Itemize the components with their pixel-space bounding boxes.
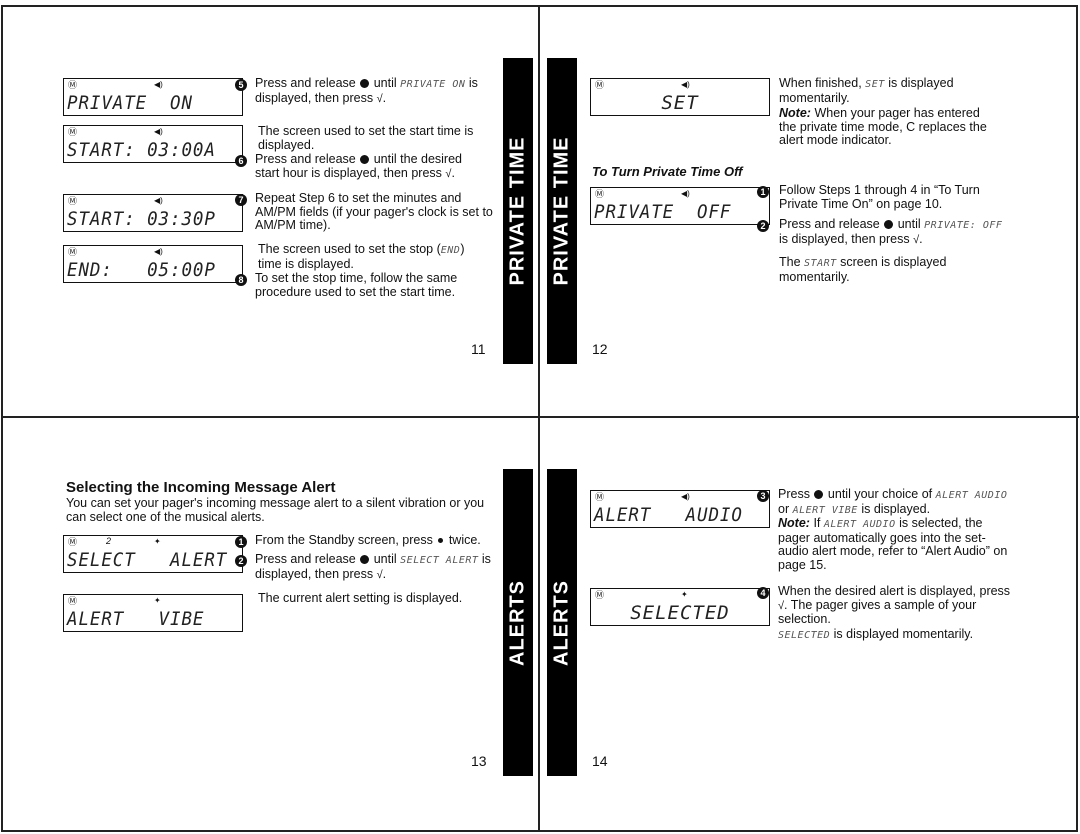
start-screen-info: The START screen is displayed momentaril… — [779, 255, 947, 284]
step-4-text: When the desired alert is displayed, pre… — [778, 584, 1011, 626]
motorola-logo-icon: Ⓜ — [68, 596, 78, 606]
section-tab-alerts: ALERTS — [547, 469, 577, 776]
select-button-icon — [884, 220, 894, 229]
section-tab-private-time: PRIVATE TIME — [503, 58, 533, 364]
select-button-icon — [360, 555, 370, 564]
lcd-screen-private-off: Ⓜ ◀) PRIVATE OFF — [590, 187, 770, 225]
lcd-screen-selected: Ⓜ ✦ SELECTED — [590, 588, 770, 626]
finished-info: When finished, SET is displayed momentar… — [779, 76, 954, 105]
select-button-icon — [360, 155, 370, 164]
step-bullet-8: 8 — [235, 274, 247, 286]
motorola-logo-icon: Ⓜ — [595, 80, 605, 90]
step-5-text: Press and release until PRIVATE ON is di… — [255, 76, 478, 105]
lcd-screen-select-alert: Ⓜ 2 ✦ SELECT ALERT — [63, 535, 243, 573]
step-bullet-1: 1 — [757, 186, 769, 198]
motorola-logo-icon: Ⓜ — [595, 492, 605, 502]
step-8-text: To set the stop time, follow the same pr… — [255, 271, 458, 299]
page-number-14: 14 — [592, 753, 608, 769]
stop-time-info: The screen used to set the stop (END) ti… — [258, 242, 465, 271]
motorola-logo-icon: Ⓜ — [68, 127, 78, 137]
page-number-12: 12 — [592, 341, 608, 357]
step-bullet-6: 6 — [235, 155, 247, 167]
step-2-text: Press and release until PRIVATE: OFF is … — [779, 217, 1003, 246]
step-6-text: Press and release until the desired star… — [255, 152, 462, 180]
motorola-logo-icon: Ⓜ — [68, 537, 78, 547]
selected-info: SELECTED is displayed momentarily. — [778, 627, 974, 641]
step-bullet-4: 4 — [757, 587, 769, 599]
page-divider-horizontal — [1, 416, 1079, 418]
lcd-screen-private-on: Ⓜ ◀) PRIVATE ON — [63, 78, 243, 116]
step-bullet-3: 3 — [757, 490, 769, 502]
small-button-icon — [438, 538, 444, 543]
section-tab-private-time: PRIVATE TIME — [547, 58, 577, 364]
select-button-icon — [814, 490, 824, 499]
step-bullet-1: 1 — [235, 536, 247, 548]
motorola-logo-icon: Ⓜ — [595, 189, 605, 199]
speaker-icon: ◀) — [154, 247, 163, 256]
step-bullet-5: 5 — [235, 79, 247, 91]
lcd-screen-start-0330p: Ⓜ ◀) START: 03:30P — [63, 194, 243, 232]
step-7-text: Repeat Step 6 to set the minutes and AM/… — [255, 191, 493, 232]
alert-audio-note: Note: If ALERT AUDIO is selected, the pa… — [778, 516, 1008, 572]
section-intro: You can set your pager's incoming messag… — [66, 496, 485, 524]
step-bullet-2: 2 — [757, 220, 769, 232]
lcd-screen-alert-audio: Ⓜ ◀) ALERT AUDIO — [590, 490, 770, 528]
step-1-text: Follow Steps 1 through 4 in “To Turn Pri… — [779, 183, 980, 211]
motorola-logo-icon: Ⓜ — [68, 80, 78, 90]
lcd-screen-set: Ⓜ ◀) SET — [590, 78, 770, 116]
subheading-turn-off: To Turn Private Time Off — [592, 164, 743, 179]
step-3-text: Press until your choice of ALERT AUDIO o… — [778, 487, 1008, 516]
current-alert-info: The current alert setting is displayed. — [258, 591, 463, 605]
page-divider-vertical — [538, 5, 540, 832]
vibrate-icon: ✦ — [154, 537, 161, 546]
lcd-screen-start-0300a: Ⓜ ◀) START: 03:00A — [63, 125, 243, 163]
motorola-logo-icon: Ⓜ — [595, 590, 605, 600]
section-heading: Selecting the Incoming Message Alert — [66, 479, 336, 496]
speaker-icon: ◀) — [154, 196, 163, 205]
vibrate-icon: ✦ — [681, 590, 688, 599]
start-time-info: The screen used to set the start time is… — [258, 124, 474, 152]
speaker-icon: ◀) — [681, 492, 690, 501]
section-tab-alerts: ALERTS — [503, 469, 533, 776]
vibrate-icon: ✦ — [154, 596, 161, 605]
step-1-text: From the Standby screen, press twice. — [255, 533, 481, 547]
motorola-logo-icon: Ⓜ — [68, 196, 78, 206]
lcd-screen-end-0500p: Ⓜ ◀) END: 05:00P — [63, 245, 243, 283]
step-bullet-2: 2 — [235, 555, 247, 567]
page-number-13: 13 — [471, 753, 487, 769]
page-number-11: 11 — [471, 341, 486, 357]
speaker-icon: ◀) — [681, 189, 690, 198]
private-mode-note: Note: When your pager has entered the pr… — [779, 106, 987, 147]
step-2-text: Press and release until SELECT ALERT is … — [255, 552, 491, 581]
lcd-screen-alert-vibe: Ⓜ ✦ ALERT VIBE — [63, 594, 243, 632]
speaker-icon: ◀) — [681, 80, 690, 89]
speaker-icon: ◀) — [154, 127, 163, 136]
motorola-logo-icon: Ⓜ — [68, 247, 78, 257]
select-button-icon — [360, 79, 370, 88]
speaker-icon: ◀) — [154, 80, 163, 89]
step-bullet-7: 7 — [235, 194, 247, 206]
